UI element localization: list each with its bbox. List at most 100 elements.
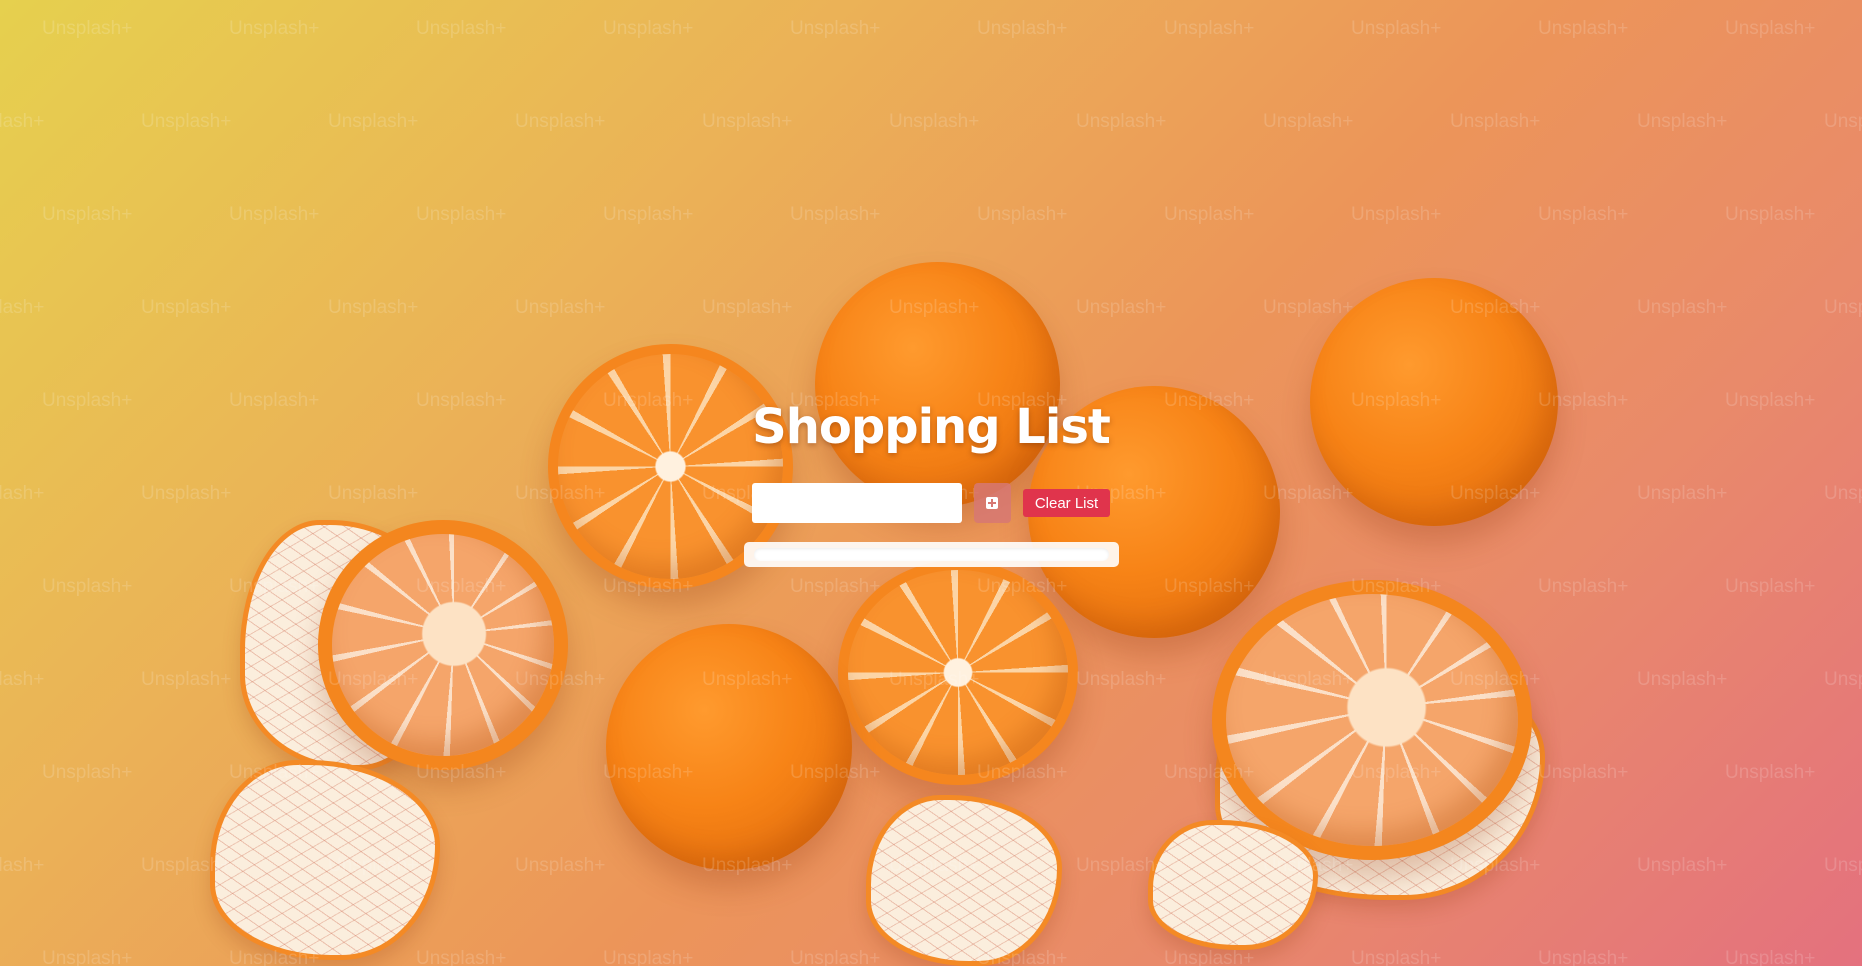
watermark-text: Unsplash+ [603,576,694,597]
watermark-text: Unsplash+ [42,576,133,597]
watermark-text: Unsplash+ [1351,948,1442,966]
watermark-text: Unsplash+ [1725,18,1816,39]
watermark-text: Unsplash+ [141,483,232,504]
watermark-text: Unsplash+ [1538,576,1629,597]
watermark-text: Unsplash+ [42,948,133,966]
watermark-text: Unsplash+ [328,669,419,690]
watermark-text: Unsplash+ [603,762,694,783]
watermark-text: Unsplash+ [0,483,45,504]
watermark-text: Unsplash+ [42,18,133,39]
watermark-text: Unsplash+ [1450,297,1541,318]
watermark-text: Unsplash+ [416,204,507,225]
watermark-text: Unsplash+ [515,297,606,318]
watermark-text: Unsplash+ [416,18,507,39]
watermark-text: Unsplash+ [1164,18,1255,39]
watermark-text: Unsplash+ [1824,297,1862,318]
watermark-text: Unsplash+ [42,762,133,783]
watermark-text: Unsplash+ [1824,483,1862,504]
orange-peeled [318,520,568,770]
watermark-text: Unsplash+ [1351,762,1442,783]
watermark-text: Unsplash+ [1725,948,1816,966]
watermark-text: Unsplash+ [328,297,419,318]
watermark-text: Unsplash+ [1263,855,1354,876]
watermark-text: Unsplash+ [1076,297,1167,318]
watermark-text: Unsplash+ [702,297,793,318]
watermark-text: Unsplash+ [1076,855,1167,876]
watermark-text: Unsplash+ [1450,669,1541,690]
watermark-text: Unsplash+ [515,855,606,876]
watermark-text: Unsplash+ [42,204,133,225]
watermark-text: Unsplash+ [1725,204,1816,225]
watermark-text: Unsplash+ [1351,390,1442,411]
watermark-text: Unsplash+ [1725,762,1816,783]
watermark-text: Unsplash+ [790,576,881,597]
watermark-text: Unsplash+ [1450,855,1541,876]
watermark-text: Unsplash+ [603,390,694,411]
watermark-text: Unsplash+ [889,297,980,318]
watermark-text: Unsplash+ [328,111,419,132]
watermark-text: Unsplash+ [229,390,320,411]
watermark-text: Unsplash+ [1164,204,1255,225]
watermark-text: Unsplash+ [416,762,507,783]
watermark-text: Unsplash+ [977,948,1068,966]
watermark-text: Unsplash+ [889,855,980,876]
watermark-text: Unsplash+ [1538,948,1629,966]
watermark-text: Unsplash+ [977,576,1068,597]
watermark-text: Unsplash+ [790,204,881,225]
watermark-text: Unsplash+ [1450,111,1541,132]
watermark-text: Unsplash+ [416,576,507,597]
watermark-text: Unsplash+ [1164,576,1255,597]
watermark-text: Unsplash+ [977,204,1068,225]
watermark-text: Unsplash+ [1538,18,1629,39]
watermark-text: Unsplash+ [141,297,232,318]
watermark-text: Unsplash+ [1824,669,1862,690]
watermark-text: Unsplash+ [702,111,793,132]
orange-peel [866,795,1062,966]
orange-peeled [1212,580,1532,860]
watermark-text: Unsplash+ [141,669,232,690]
clear-list-button[interactable]: Clear List [1022,489,1111,517]
watermark-text: Unsplash+ [1263,483,1354,504]
watermark-text: Unsplash+ [141,111,232,132]
add-item-button[interactable] [973,483,1011,523]
watermark-text: Unsplash+ [889,669,980,690]
shopping-list [743,542,1119,567]
watermark-text: Unsplash+ [1824,111,1862,132]
watermark-text: Unsplash+ [0,855,45,876]
shopping-list-app: Shopping List Clear List [735,403,1127,567]
item-input[interactable] [751,483,962,523]
watermark-text: Unsplash+ [790,18,881,39]
watermark-text: Unsplash+ [1164,390,1255,411]
watermark-text: Unsplash+ [603,204,694,225]
watermark-text: Unsplash+ [603,18,694,39]
watermark-text: Unsplash+ [1538,390,1629,411]
watermark-text: Unsplash+ [515,111,606,132]
watermark-text: Unsplash+ [1725,390,1816,411]
watermark-text: Unsplash+ [229,576,320,597]
watermark-text: Unsplash+ [1076,669,1167,690]
watermark-text: Unsplash+ [1351,204,1442,225]
plus-square-icon [986,497,999,509]
watermark-text: Unsplash+ [229,948,320,966]
watermark-text: Unsplash+ [42,390,133,411]
watermark-text: Unsplash+ [1351,18,1442,39]
watermark-text: Unsplash+ [1164,948,1255,966]
watermark-text: Unsplash+ [1076,111,1167,132]
watermark-text: Unsplash+ [1637,111,1728,132]
watermark-text: Unsplash+ [416,390,507,411]
orange-peel [1148,820,1318,950]
watermark-text: Unsplash+ [328,483,419,504]
watermark-text: Unsplash+ [1263,669,1354,690]
watermark-text: Unsplash+ [702,855,793,876]
watermark-text: Unsplash+ [1637,669,1728,690]
watermark-text: Unsplash+ [1538,762,1629,783]
watermark-text: Unsplash+ [977,762,1068,783]
watermark-text: Unsplash+ [1450,483,1541,504]
watermark-text: Unsplash+ [1263,111,1354,132]
watermark-text: Unsplash+ [1351,576,1442,597]
watermark-text: Unsplash+ [1637,297,1728,318]
watermark-text: Unsplash+ [790,762,881,783]
watermark-text: Unsplash+ [0,111,45,132]
watermark-text: Unsplash+ [0,669,45,690]
watermark-text: Unsplash+ [229,762,320,783]
